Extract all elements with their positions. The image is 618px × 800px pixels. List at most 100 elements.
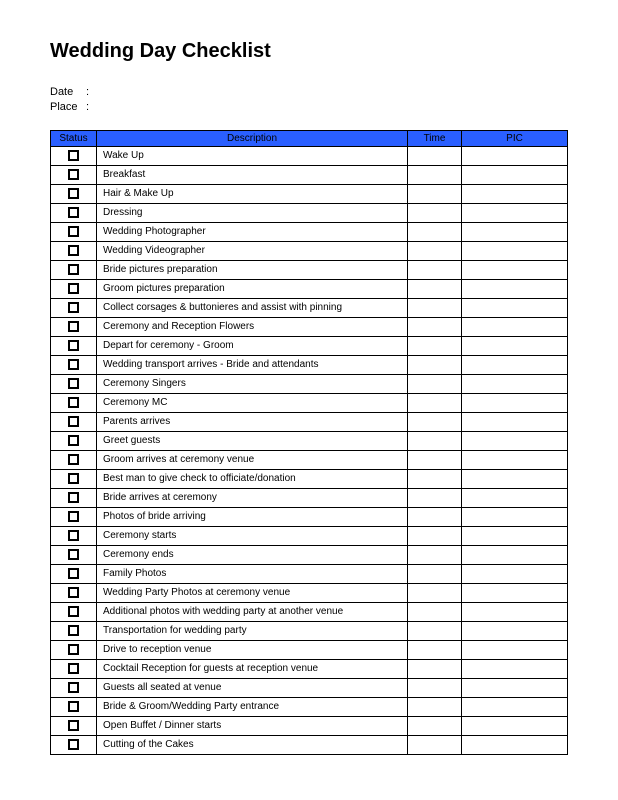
table-row: Guests all seated at venue: [51, 678, 568, 697]
description-cell: Ceremony Singers: [97, 374, 408, 393]
description-cell: Cocktail Reception for guests at recepti…: [97, 659, 408, 678]
status-cell: [51, 336, 97, 355]
checkbox-icon[interactable]: [68, 226, 79, 237]
checkbox-icon[interactable]: [68, 549, 79, 560]
description-cell: Transportation for wedding party: [97, 621, 408, 640]
time-cell: [408, 203, 462, 222]
table-row: Groom arrives at ceremony venue: [51, 450, 568, 469]
checkbox-icon[interactable]: [68, 359, 79, 370]
table-row: Bride arrives at ceremony: [51, 488, 568, 507]
table-row: Ceremony Singers: [51, 374, 568, 393]
pic-cell: [462, 146, 568, 165]
checkbox-icon[interactable]: [68, 587, 79, 598]
time-cell: [408, 469, 462, 488]
checkbox-icon[interactable]: [68, 473, 79, 484]
table-row: Photos of bride arriving: [51, 507, 568, 526]
checkbox-icon[interactable]: [68, 435, 79, 446]
checkbox-icon[interactable]: [68, 511, 79, 522]
time-cell: [408, 298, 462, 317]
checkbox-icon[interactable]: [68, 454, 79, 465]
description-cell: Dressing: [97, 203, 408, 222]
description-cell: Guests all seated at venue: [97, 678, 408, 697]
time-cell: [408, 602, 462, 621]
status-cell: [51, 241, 97, 260]
status-cell: [51, 355, 97, 374]
meta-block: Date : Place :: [50, 85, 568, 116]
pic-cell: [462, 678, 568, 697]
meta-date-label: Date: [50, 85, 86, 100]
status-cell: [51, 640, 97, 659]
checkbox-icon[interactable]: [68, 321, 79, 332]
checkbox-icon[interactable]: [68, 397, 79, 408]
time-cell: [408, 697, 462, 716]
status-cell: [51, 222, 97, 241]
status-cell: [51, 412, 97, 431]
status-cell: [51, 716, 97, 735]
meta-place-label: Place: [50, 100, 86, 115]
description-cell: Bride arrives at ceremony: [97, 488, 408, 507]
time-cell: [408, 165, 462, 184]
checkbox-icon[interactable]: [68, 188, 79, 199]
checkbox-icon[interactable]: [68, 492, 79, 503]
description-cell: Groom arrives at ceremony venue: [97, 450, 408, 469]
description-cell: Bride pictures preparation: [97, 260, 408, 279]
description-cell: Bride & Groom/Wedding Party entrance: [97, 697, 408, 716]
description-cell: Family Photos: [97, 564, 408, 583]
pic-cell: [462, 450, 568, 469]
checkbox-icon[interactable]: [68, 568, 79, 579]
status-cell: [51, 583, 97, 602]
table-row: Wedding Photographer: [51, 222, 568, 241]
pic-cell: [462, 393, 568, 412]
checkbox-icon[interactable]: [68, 416, 79, 427]
checkbox-icon[interactable]: [68, 207, 79, 218]
checkbox-icon[interactable]: [68, 663, 79, 674]
table-header-row: Status Description Time PIC: [51, 130, 568, 146]
time-cell: [408, 260, 462, 279]
checkbox-icon[interactable]: [68, 378, 79, 389]
checkbox-icon[interactable]: [68, 245, 79, 256]
checkbox-icon[interactable]: [68, 302, 79, 313]
description-cell: Parents arrives: [97, 412, 408, 431]
status-cell: [51, 374, 97, 393]
status-cell: [51, 735, 97, 754]
checkbox-icon[interactable]: [68, 739, 79, 750]
checkbox-icon[interactable]: [68, 340, 79, 351]
checklist-table: Status Description Time PIC Wake UpBreak…: [50, 130, 568, 755]
checkbox-icon[interactable]: [68, 720, 79, 731]
checkbox-icon[interactable]: [68, 264, 79, 275]
checkbox-icon[interactable]: [68, 283, 79, 294]
description-cell: Wedding Photographer: [97, 222, 408, 241]
table-row: Wedding Videographer: [51, 241, 568, 260]
checkbox-icon[interactable]: [68, 606, 79, 617]
pic-cell: [462, 564, 568, 583]
checkbox-icon[interactable]: [68, 150, 79, 161]
checkbox-icon[interactable]: [68, 701, 79, 712]
checkbox-icon[interactable]: [68, 530, 79, 541]
table-row: Ceremony ends: [51, 545, 568, 564]
time-cell: [408, 279, 462, 298]
table-row: Greet guests: [51, 431, 568, 450]
time-cell: [408, 640, 462, 659]
table-row: Wake Up: [51, 146, 568, 165]
table-row: Wedding transport arrives - Bride and at…: [51, 355, 568, 374]
pic-cell: [462, 203, 568, 222]
pic-cell: [462, 279, 568, 298]
description-cell: Hair & Make Up: [97, 184, 408, 203]
description-cell: Wake Up: [97, 146, 408, 165]
pic-cell: [462, 526, 568, 545]
pic-cell: [462, 545, 568, 564]
description-cell: Collect corsages & buttonieres and assis…: [97, 298, 408, 317]
checkbox-icon[interactable]: [68, 169, 79, 180]
table-row: Bride & Groom/Wedding Party entrance: [51, 697, 568, 716]
time-cell: [408, 545, 462, 564]
checkbox-icon[interactable]: [68, 682, 79, 693]
status-cell: [51, 184, 97, 203]
checkbox-icon[interactable]: [68, 644, 79, 655]
description-cell: Wedding Party Photos at ceremony venue: [97, 583, 408, 602]
checkbox-icon[interactable]: [68, 625, 79, 636]
status-cell: [51, 279, 97, 298]
pic-cell: [462, 165, 568, 184]
meta-row-date: Date :: [50, 85, 568, 100]
pic-cell: [462, 583, 568, 602]
table-row: Transportation for wedding party: [51, 621, 568, 640]
